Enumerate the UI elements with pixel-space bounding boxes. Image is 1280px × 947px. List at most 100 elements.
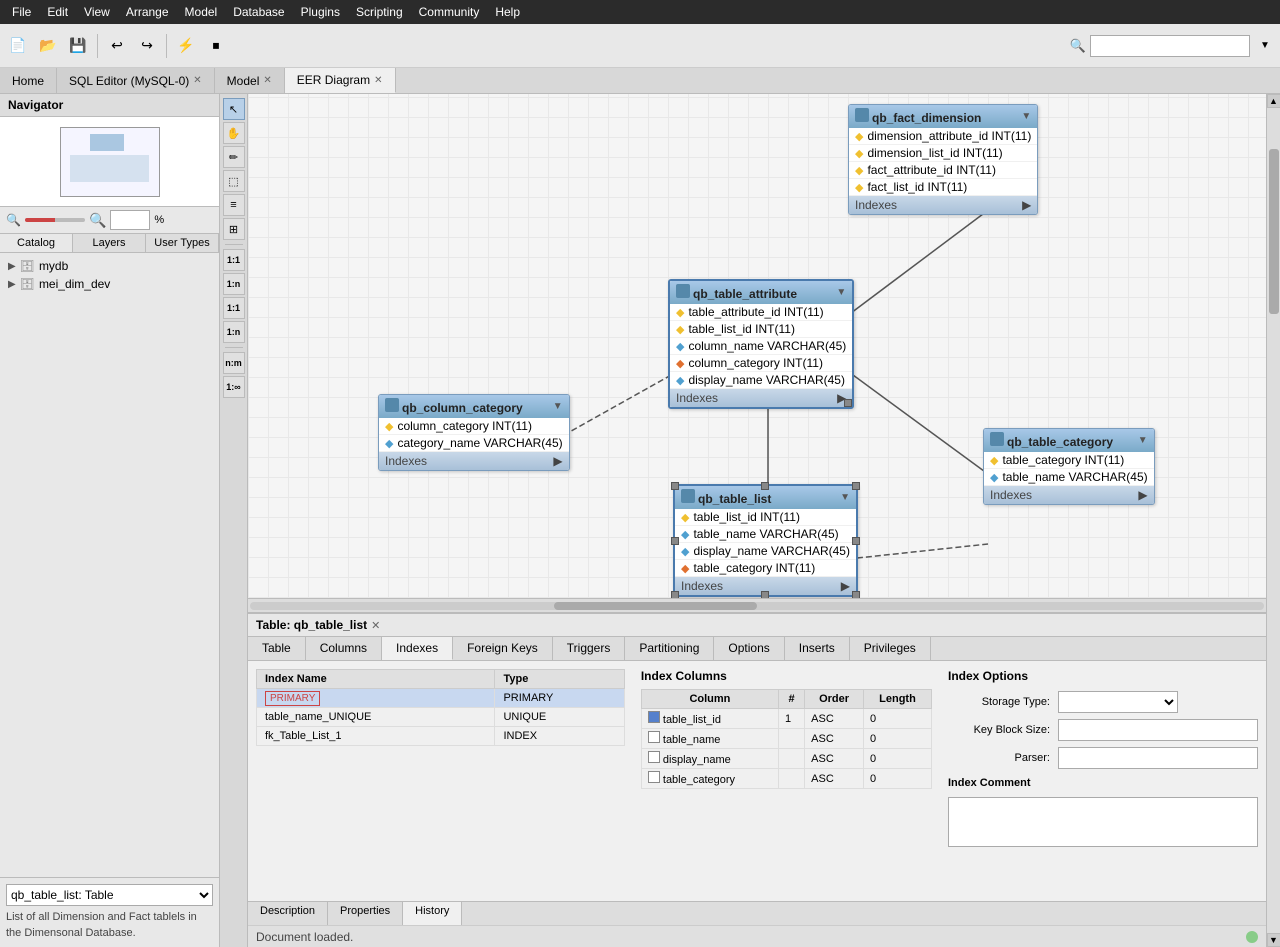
resize-mb[interactable] xyxy=(761,591,769,598)
execute-button[interactable]: ⚡ xyxy=(172,32,200,60)
resize-mt[interactable] xyxy=(761,482,769,490)
table-footer-qb-column-category[interactable]: Indexes ▶ xyxy=(379,452,569,470)
tab-close-eer[interactable]: ✕ xyxy=(374,75,382,86)
tool-rel1n[interactable]: 1:n xyxy=(223,273,245,295)
table-qb-table-attribute[interactable]: qb_table_attribute ▼ ◆ table_attribute_i… xyxy=(668,279,854,409)
object-dropdown[interactable]: qb_table_list: Table xyxy=(6,884,213,906)
tool-note[interactable]: ≡ xyxy=(223,194,245,216)
scroll-track[interactable] xyxy=(1267,108,1280,933)
redo-button[interactable]: ↪ xyxy=(133,32,161,60)
stab-properties[interactable]: Properties xyxy=(328,902,403,925)
resize-tl[interactable] xyxy=(671,482,679,490)
resize-tr[interactable] xyxy=(852,482,860,490)
btab-foreign-keys[interactable]: Foreign Keys xyxy=(453,637,553,660)
parser-input[interactable] xyxy=(1058,747,1258,769)
menu-plugins[interactable]: Plugins xyxy=(293,3,348,21)
schema-mei-dim-dev[interactable]: ▶ 🗄 mei_dim_dev xyxy=(4,275,215,293)
zoom-in-icon[interactable]: 🔍 xyxy=(89,212,106,229)
table-qb-table-list[interactable]: qb_table_list ▼ ◆ table_list_id INT(11) … xyxy=(673,484,858,597)
index-row-fk[interactable]: fk_Table_List_1 INDEX xyxy=(257,727,625,746)
open-button[interactable]: 📂 xyxy=(34,32,62,60)
scrollbar-h-track[interactable] xyxy=(250,602,1264,610)
tab-eer-diagram[interactable]: EER Diagram ✕ xyxy=(285,68,396,93)
table-tab-close-btn[interactable]: ✕ xyxy=(371,619,380,632)
table-footer-qb-fact-dimension[interactable]: Indexes ▶ xyxy=(849,196,1037,214)
eer-canvas[interactable]: qb_fact_dimension ▼ ◆ dimension_attribut… xyxy=(248,94,1266,598)
index-row-primary[interactable]: PRIMARY PRIMARY xyxy=(257,689,625,708)
table-qb-column-category[interactable]: qb_column_category ▼ ◆ column_category I… xyxy=(378,394,570,471)
menu-file[interactable]: File xyxy=(4,3,39,21)
undo-button[interactable]: ↩ xyxy=(103,32,131,60)
scrollbar-h-thumb[interactable] xyxy=(554,602,757,610)
resize-mr[interactable] xyxy=(852,537,860,545)
icol-check-4[interactable] xyxy=(648,771,660,783)
storage-type-select[interactable] xyxy=(1058,691,1178,713)
new-button[interactable]: 📄 xyxy=(4,32,32,60)
tab-close-sql[interactable]: ✕ xyxy=(193,75,201,86)
tab-model[interactable]: Model ✕ xyxy=(215,68,285,93)
key-block-input[interactable]: 0 xyxy=(1058,719,1258,741)
menu-view[interactable]: View xyxy=(76,3,118,21)
btab-partitioning[interactable]: Partitioning xyxy=(625,637,714,660)
tool-layer[interactable]: ⊞ xyxy=(223,218,245,240)
tool-relnm[interactable]: n:m xyxy=(223,352,245,374)
btab-privileges[interactable]: Privileges xyxy=(850,637,931,660)
tab-sql-editor[interactable]: SQL Editor (MySQL-0) ✕ xyxy=(57,68,215,93)
table-footer-qb-table-attribute[interactable]: Indexes ▶ xyxy=(670,389,852,407)
canvas-scrollbar-h[interactable] xyxy=(248,598,1266,612)
table-expand-arrow3[interactable]: ▼ xyxy=(553,401,563,412)
tool-pencil[interactable]: ✏ xyxy=(223,146,245,168)
btab-options[interactable]: Options xyxy=(714,637,784,660)
btab-triggers[interactable]: Triggers xyxy=(553,637,626,660)
menu-help[interactable]: Help xyxy=(487,3,528,21)
icol-check-1[interactable] xyxy=(648,711,660,723)
menu-community[interactable]: Community xyxy=(411,3,488,21)
table-qb-table-category[interactable]: qb_table_category ▼ ◆ table_category INT… xyxy=(983,428,1155,505)
icol-check-3[interactable] xyxy=(648,751,660,763)
zoom-slider[interactable] xyxy=(25,218,85,222)
resize-ml[interactable] xyxy=(671,537,679,545)
table-qb-fact-dimension[interactable]: qb_fact_dimension ▼ ◆ dimension_attribut… xyxy=(848,104,1038,215)
scroll-up-arrow[interactable]: ▲ xyxy=(1267,94,1280,108)
menu-model[interactable]: Model xyxy=(177,3,226,21)
scroll-down-arrow[interactable]: ▼ xyxy=(1267,933,1280,947)
zoom-input[interactable]: 100 xyxy=(110,210,150,230)
zoom-out-icon[interactable]: 🔍 xyxy=(6,213,21,227)
tool-select[interactable]: ↖ xyxy=(223,98,245,120)
btab-table[interactable]: Table xyxy=(248,637,306,660)
menu-database[interactable]: Database xyxy=(225,3,292,21)
scroll-thumb[interactable] xyxy=(1269,149,1279,314)
search-options-button[interactable]: ▼ xyxy=(1254,35,1276,57)
save-button[interactable]: 💾 xyxy=(64,32,92,60)
menu-edit[interactable]: Edit xyxy=(39,3,76,21)
stab-description[interactable]: Description xyxy=(248,902,328,925)
tab-home[interactable]: Home xyxy=(0,68,57,93)
tool-rel11[interactable]: 1:1 xyxy=(223,249,245,271)
tab-close-model[interactable]: ✕ xyxy=(263,75,271,86)
tool-frame[interactable]: ⬚ xyxy=(223,170,245,192)
schema-mydb[interactable]: ▶ 🗄 mydb xyxy=(4,257,215,275)
tool-rel1nb[interactable]: 1:n xyxy=(223,321,245,343)
icol-check-2[interactable] xyxy=(648,731,660,743)
stop-button[interactable]: ⏹ xyxy=(202,32,230,60)
table-expand-arrow[interactable]: ▼ xyxy=(1021,111,1031,122)
btab-columns[interactable]: Columns xyxy=(306,637,382,660)
stab-history[interactable]: History xyxy=(403,902,462,925)
table-expand-arrow4[interactable]: ▼ xyxy=(840,492,850,503)
resize-bl[interactable] xyxy=(671,591,679,598)
btab-inserts[interactable]: Inserts xyxy=(785,637,850,660)
btab-indexes[interactable]: Indexes xyxy=(382,637,453,660)
table-expand-arrow5[interactable]: ▼ xyxy=(1138,435,1148,446)
catalog-tab-catalog[interactable]: Catalog xyxy=(0,234,73,252)
catalog-tab-layers[interactable]: Layers xyxy=(73,234,146,252)
tool-rel11b[interactable]: 1:1 xyxy=(223,297,245,319)
resize-handle-attr[interactable] xyxy=(844,399,852,407)
catalog-tab-usertypes[interactable]: User Types xyxy=(146,234,219,252)
resize-br[interactable] xyxy=(852,591,860,598)
tool-pan[interactable]: ✋ xyxy=(223,122,245,144)
tool-relother[interactable]: 1:∞ xyxy=(223,376,245,398)
menu-arrange[interactable]: Arrange xyxy=(118,3,177,21)
index-row-unique[interactable]: table_name_UNIQUE UNIQUE xyxy=(257,708,625,727)
table-expand-arrow2[interactable]: ▼ xyxy=(836,287,846,298)
table-footer-qb-table-category[interactable]: Indexes ▶ xyxy=(984,486,1154,504)
